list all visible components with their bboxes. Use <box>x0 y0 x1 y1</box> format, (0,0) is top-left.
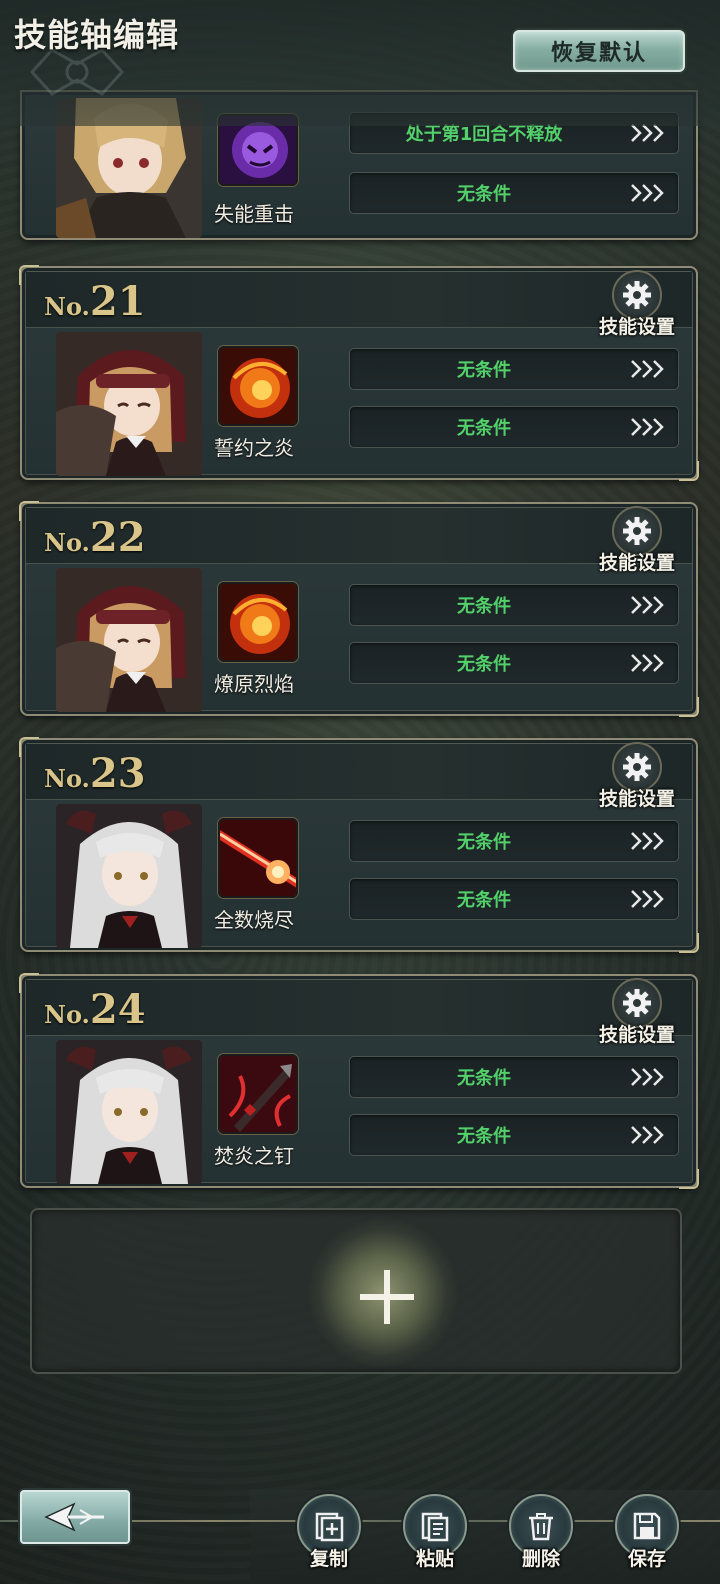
delete-button[interactable]: 删除 <box>506 1494 576 1580</box>
condition-text: 无条件 <box>457 360 511 381</box>
save-button[interactable]: 保存 <box>612 1494 682 1580</box>
skill-icon-spike[interactable] <box>218 1054 298 1134</box>
number-prefix: No. <box>44 764 90 793</box>
skill-settings-button[interactable]: 技能设置 <box>592 978 682 1046</box>
condition-slot-1[interactable]: 无条件 <box>349 584 679 626</box>
skill-name: 全数烧尽 <box>214 908 294 932</box>
back-arrow-icon <box>44 1502 104 1532</box>
triple-chevron-icon <box>631 360 664 378</box>
bottom-toolbar: 复制 粘贴 删除 保存 <box>0 1490 720 1584</box>
skill-icon-fireball[interactable] <box>218 582 298 662</box>
condition-slot-1[interactable]: 无条件 <box>349 1056 679 1098</box>
triple-chevron-icon <box>631 654 664 672</box>
paste-label: 粘贴 <box>415 1548 454 1570</box>
card-number: No.24 <box>44 986 146 1033</box>
triple-chevron-icon <box>631 418 664 436</box>
triple-chevron-icon <box>631 184 664 202</box>
condition-text: 无条件 <box>457 654 511 675</box>
skill-card-23: No.23 技能设置 全数烧尽 无条件 无条件 <box>19 737 699 953</box>
character-portrait-red-hood <box>56 332 202 476</box>
number-value: 22 <box>89 514 146 561</box>
paste-button[interactable]: 粘贴 <box>400 1494 470 1580</box>
skill-name: 誓约之炎 <box>214 436 294 460</box>
skill-name: 失能重击 <box>214 202 294 226</box>
triple-chevron-icon <box>631 1068 664 1086</box>
skill-icon-beam[interactable] <box>218 818 298 898</box>
triple-chevron-icon <box>631 890 664 908</box>
settings-label: 技能设置 <box>598 1024 675 1046</box>
skill-settings-button[interactable]: 技能设置 <box>592 270 682 338</box>
number-value: 23 <box>89 750 146 797</box>
character-portrait-red-hood <box>56 568 202 712</box>
condition-slot-2[interactable]: 无条件 <box>349 642 679 684</box>
number-value: 21 <box>89 278 146 325</box>
number-prefix: No. <box>44 1000 90 1029</box>
character-portrait-silver-hair <box>56 1040 202 1184</box>
reset-default-button[interactable]: 恢复默认 <box>513 30 685 72</box>
plus-icon <box>360 1270 414 1324</box>
condition-text: 无条件 <box>457 832 511 853</box>
triple-chevron-icon <box>631 1126 664 1144</box>
add-skill-slot[interactable] <box>30 1208 682 1374</box>
number-prefix: No. <box>44 292 90 321</box>
copy-button[interactable]: 复制 <box>294 1494 364 1580</box>
settings-label: 技能设置 <box>598 788 675 810</box>
skill-name: 燎原烈焰 <box>214 672 294 696</box>
delete-label: 删除 <box>521 1548 560 1570</box>
condition-slot-2[interactable]: 无条件 <box>349 406 679 448</box>
skill-settings-button[interactable]: 技能设置 <box>592 506 682 574</box>
condition-text: 无条件 <box>457 1126 511 1147</box>
condition-text: 无条件 <box>457 596 511 617</box>
number-value: 24 <box>89 986 146 1033</box>
condition-text: 无条件 <box>457 418 511 439</box>
skill-card-22: No.22 技能设置 燎原烈焰 无条件 无条件 <box>19 501 699 717</box>
skill-card-21: No.21 技能设置 誓约之炎 无条件 无条件 <box>19 265 699 481</box>
header-bar: 技能轴编辑 恢复默认 <box>0 0 720 126</box>
card-number: No.22 <box>44 514 146 561</box>
condition-slot-2[interactable]: 无条件 <box>349 1114 679 1156</box>
condition-slot-1[interactable]: 无条件 <box>349 348 679 390</box>
back-button[interactable] <box>20 1490 130 1544</box>
card-number: No.21 <box>44 278 146 325</box>
number-prefix: No. <box>44 528 90 557</box>
condition-text: 无条件 <box>457 890 511 911</box>
skill-icon-fireball[interactable] <box>218 346 298 426</box>
card-number: No.23 <box>44 750 146 797</box>
skill-name: 焚炎之钉 <box>214 1144 294 1168</box>
save-label: 保存 <box>627 1548 666 1570</box>
condition-text: 无条件 <box>457 184 511 205</box>
skill-settings-button[interactable]: 技能设置 <box>592 742 682 810</box>
condition-text: 无条件 <box>457 1068 511 1089</box>
triple-chevron-icon <box>631 832 664 850</box>
triple-chevron-icon <box>631 596 664 614</box>
settings-label: 技能设置 <box>598 552 675 574</box>
skill-card-24: No.24 技能设置 焚炎之钉 无条件 无条件 <box>19 973 699 1189</box>
condition-slot-2[interactable]: 无条件 <box>349 172 679 214</box>
character-portrait-silver-hair <box>56 804 202 948</box>
condition-slot-2[interactable]: 无条件 <box>349 878 679 920</box>
settings-label: 技能设置 <box>598 316 675 338</box>
condition-slot-1[interactable]: 无条件 <box>349 820 679 862</box>
copy-label: 复制 <box>309 1548 348 1570</box>
page-title: 技能轴编辑 <box>14 16 180 54</box>
